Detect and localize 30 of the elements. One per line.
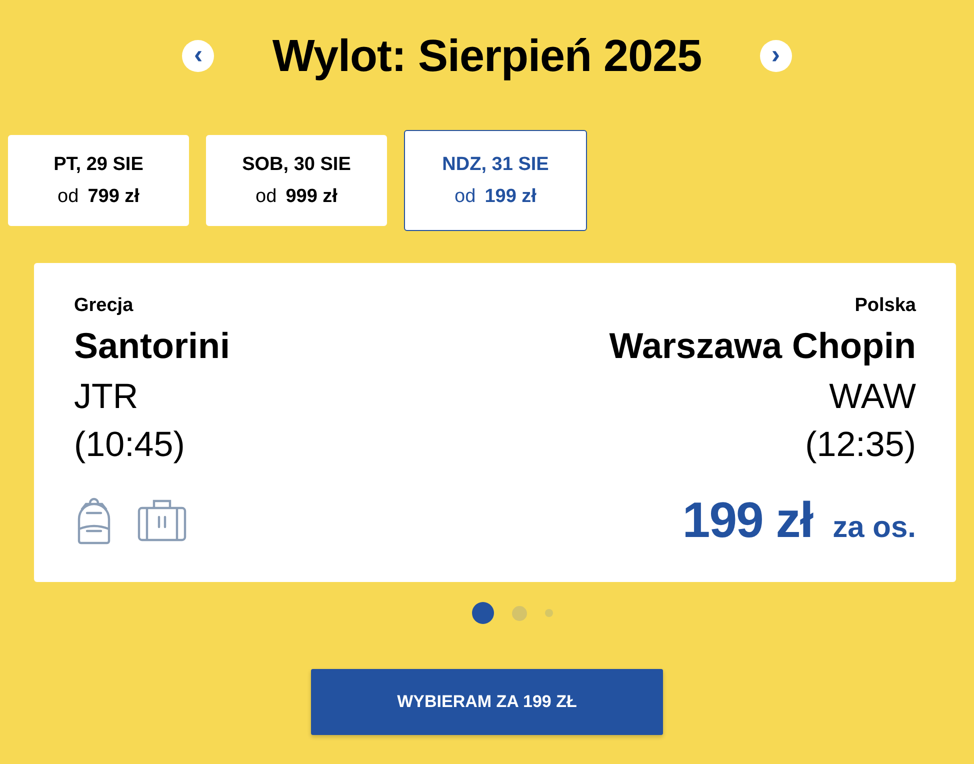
date-tab[interactable]: PT, 29 SIE od 799 zł <box>8 135 189 226</box>
from-label: od <box>256 186 277 208</box>
destination-city: Warszawa Chopin <box>609 325 916 367</box>
origin-city: Santorini <box>74 325 230 367</box>
previous-month-button[interactable]: ‹ <box>182 40 214 72</box>
date-label: SOB, 30 SIE <box>242 154 351 176</box>
arrival-time: (12:35) <box>805 424 916 466</box>
pager-dot[interactable] <box>512 606 526 620</box>
date-price: 199 zł <box>484 186 536 208</box>
date-price: 999 zł <box>286 186 338 208</box>
date-tab[interactable]: NDZ, 31 SIE od 199 zł <box>404 130 587 231</box>
suitcase-icon <box>136 497 188 543</box>
flight-price: 199 zł <box>682 491 813 549</box>
pager-dot[interactable] <box>472 602 494 624</box>
date-label: PT, 29 SIE <box>54 154 144 176</box>
date-price: 799 zł <box>88 186 140 208</box>
date-label: NDZ, 31 SIE <box>442 154 549 176</box>
from-label: od <box>454 186 476 208</box>
page-title: Wylot: Sierpień 2025 <box>272 30 702 82</box>
destination-code: WAW <box>829 376 916 418</box>
per-person-label: za os. <box>832 511 916 545</box>
departure-time: (10:45) <box>74 424 186 466</box>
next-month-button[interactable]: › <box>760 40 792 72</box>
origin-code: JTR <box>74 376 140 418</box>
destination-country: Polska <box>854 295 916 317</box>
pager-dot[interactable] <box>544 609 552 617</box>
date-tab[interactable]: SOB, 30 SIE od 999 zł <box>206 135 387 226</box>
select-flight-button[interactable]: WYBIERAM ZA 199 ZŁ <box>311 669 663 735</box>
origin-country: Grecja <box>74 295 134 317</box>
from-label: od <box>58 186 79 208</box>
